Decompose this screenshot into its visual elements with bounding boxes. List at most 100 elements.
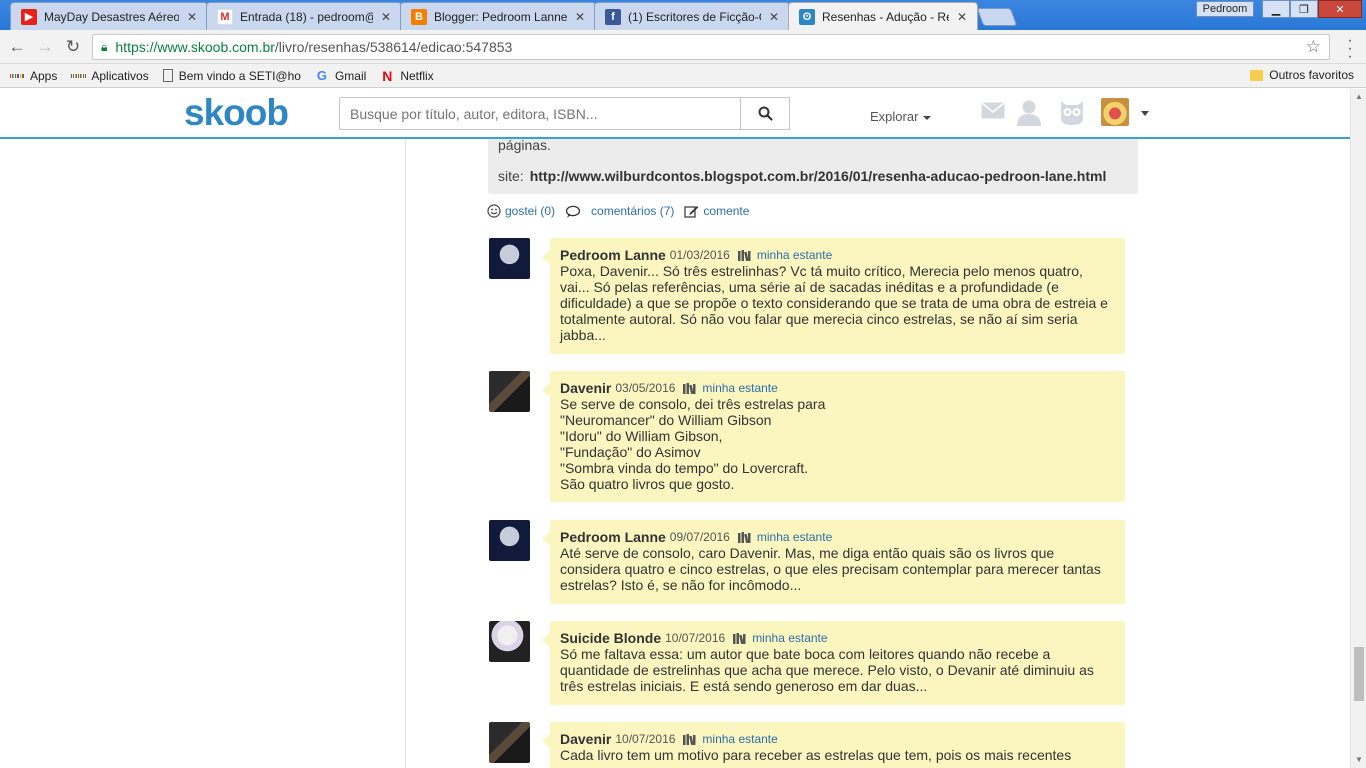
browser-tab-active[interactable]: ʘ Resenhas - Adução - Rec ✕ — [788, 2, 978, 30]
lock-icon: 🔒︎ — [101, 39, 108, 54]
shelf-link[interactable]: minha estante — [702, 380, 777, 396]
comment-text: Só me faltava essa: um autor que bate bo… — [560, 646, 1094, 694]
edit-icon — [684, 206, 699, 218]
owl-icon[interactable] — [1058, 98, 1086, 126]
bookmark-gmail[interactable]: G Gmail — [315, 68, 367, 83]
tab-title: Blogger: Pedroom Lanne — [434, 9, 567, 24]
shelf-link[interactable]: minha estante — [752, 630, 827, 646]
skoob-logo[interactable]: skoob — [184, 92, 289, 134]
forward-icon[interactable]: → — [34, 37, 56, 57]
close-icon[interactable]: ✕ — [573, 10, 587, 24]
column-divider — [405, 89, 406, 768]
comment-date: 01/03/2016 — [669, 248, 730, 262]
browser-tab-strip: ▶ MayDay Desastres Aéreos ✕ M Entrada (1… — [0, 0, 1366, 30]
comment-date: 09/07/2016 — [669, 530, 730, 544]
bookmark-apps[interactable]: Apps — [9, 68, 58, 83]
bookshelf-icon — [737, 531, 751, 543]
netflix-icon: N — [382, 67, 393, 84]
close-icon[interactable]: ✕ — [379, 10, 393, 24]
browser-menu-icon[interactable]: · · · — [1344, 33, 1356, 65]
bookmark-star-icon[interactable]: ☆ — [1306, 37, 1321, 57]
address-bar[interactable]: 🔒︎ https://www.skoob.com.br/livro/resenh… — [92, 34, 1330, 60]
blogger-icon: B — [411, 8, 427, 25]
google-icon: G — [316, 68, 328, 83]
comment-author[interactable]: Pedroom Lanne — [560, 247, 666, 263]
close-icon[interactable]: ✕ — [185, 10, 199, 24]
comment-date: 10/07/2016 — [615, 732, 676, 746]
smiley-icon — [487, 204, 501, 218]
tab-title: Resenhas - Adução - Rec — [822, 9, 949, 24]
other-bookmarks[interactable]: Outros favoritos — [1250, 68, 1354, 82]
bookmark-seti[interactable]: Bem vindo a SETI@ho — [162, 69, 301, 83]
explore-label: Explorar — [870, 109, 919, 124]
window-close-icon[interactable]: ✕ — [1318, 0, 1362, 18]
comment-label: comente — [703, 204, 750, 218]
browser-tab[interactable]: B Blogger: Pedroom Lanne ✕ — [400, 2, 596, 30]
maximize-icon[interactable]: ❐ — [1290, 0, 1318, 18]
page-scrollbar[interactable]: ▲ ▼ — [1350, 89, 1366, 768]
profile-button[interactable]: Pedroom — [1196, 1, 1254, 17]
minimize-icon[interactable]: ▁ — [1262, 0, 1290, 18]
shelf-link[interactable]: minha estante — [702, 731, 777, 747]
comment-bubble: Davenir 10/07/2016 minha estante Cada li… — [542, 722, 1125, 768]
browser-tab[interactable]: f (1) Escritores de Ficção-C ✕ — [594, 2, 790, 30]
comment-text: Até serve de consolo, caro Davenir. Mas,… — [560, 545, 1101, 593]
explore-menu[interactable]: Explorar — [870, 109, 932, 124]
review-site-link[interactable]: http://www.wilburdcontos.blogspot.com.br… — [530, 168, 1107, 184]
avatar[interactable] — [489, 520, 530, 561]
avatar[interactable] — [489, 371, 530, 412]
chevron-down-icon[interactable] — [1141, 111, 1149, 116]
comment-text: Poxa, Davenir... Só três estrelinhas? Vc… — [560, 263, 1108, 343]
avatar[interactable] — [489, 238, 530, 279]
youtube-icon: ▶ — [21, 8, 37, 25]
close-icon[interactable]: ✕ — [767, 10, 781, 24]
url-path: /livro/resenhas/538614/edicao:547853 — [274, 39, 513, 55]
like-link[interactable]: gostei (0) — [487, 204, 555, 218]
bookmark-label: Apps — [30, 68, 58, 83]
shelf-link[interactable]: minha estante — [757, 529, 832, 545]
comment-bubble: Pedroom Lanne 01/03/2016 minha estante P… — [542, 238, 1125, 354]
avatar[interactable] — [489, 722, 530, 763]
user-icon[interactable] — [1015, 98, 1043, 126]
comment-text: Se serve de consolo, dei três estrelas p… — [560, 396, 826, 492]
comment-author[interactable]: Pedroom Lanne — [560, 529, 666, 545]
mail-icon[interactable] — [981, 102, 1005, 119]
shelf-link[interactable]: minha estante — [757, 247, 832, 263]
search-button[interactable] — [740, 97, 790, 130]
browser-tab[interactable]: ▶ MayDay Desastres Aéreos ✕ — [10, 2, 208, 30]
chevron-down-icon — [923, 115, 932, 120]
folder-icon — [1250, 69, 1264, 81]
bookmarks-bar: Apps Aplicativos Bem vindo a SETI@ho G G… — [0, 64, 1366, 88]
comment-author[interactable]: Davenir — [560, 731, 611, 747]
bookmark-netflix[interactable]: N Netflix — [380, 67, 433, 84]
scroll-up-icon[interactable]: ▲ — [1351, 89, 1366, 105]
bookmark-aplicativos[interactable]: Aplicativos — [71, 68, 149, 83]
comment-bubble: Suicide Blonde 10/07/2016 minha estante … — [542, 621, 1125, 705]
user-avatar[interactable] — [1101, 98, 1129, 126]
bookmark-label: Aplicativos — [91, 68, 149, 83]
tab-title: Entrada (18) - pedroom@ — [240, 9, 373, 24]
site-header: skoob Explorar — [0, 89, 1350, 139]
facebook-icon: f — [605, 8, 621, 25]
avatar[interactable] — [489, 621, 530, 662]
bookshelf-icon — [733, 632, 746, 644]
bookshelf-icon — [683, 382, 696, 394]
back-icon[interactable]: ← — [6, 37, 28, 57]
browser-tab[interactable]: M Entrada (18) - pedroom@ ✕ — [206, 2, 402, 30]
scroll-down-icon[interactable]: ▼ — [1351, 752, 1366, 768]
comment-bubble: Pedroom Lanne 09/07/2016 minha estante A… — [542, 520, 1125, 604]
search-input[interactable] — [339, 97, 741, 130]
comment-author[interactable]: Davenir — [560, 380, 611, 396]
bookshelf-icon — [683, 733, 696, 745]
bookmark-label: Gmail — [334, 68, 367, 83]
scrollbar-thumb[interactable] — [1354, 647, 1364, 701]
comments-link[interactable]: comentários (7) — [565, 204, 674, 218]
apps-grid-icon — [9, 69, 25, 83]
reload-icon[interactable]: ↻ — [62, 37, 84, 57]
comment-link[interactable]: comente — [684, 204, 749, 218]
close-icon[interactable]: ✕ — [955, 10, 969, 24]
new-tab-button[interactable] — [976, 8, 1018, 26]
comment-author[interactable]: Suicide Blonde — [560, 630, 661, 646]
tab-title: (1) Escritores de Ficção-C — [628, 9, 761, 24]
browser-toolbar: ← → ↻ 🔒︎ https://www.skoob.com.br/livro/… — [0, 30, 1366, 65]
